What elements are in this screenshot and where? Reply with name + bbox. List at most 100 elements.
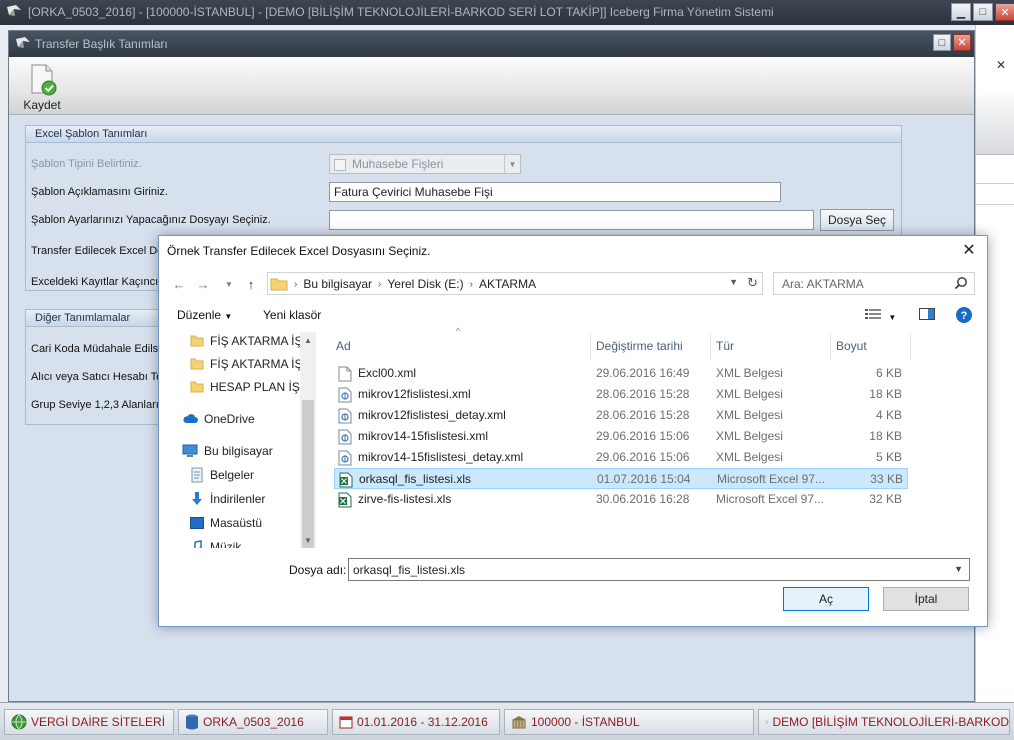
status-item-tax-sites[interactable]: VERGİ DAİRE SİTELERİ bbox=[4, 709, 174, 735]
view-list-icon bbox=[865, 309, 881, 319]
column-separator bbox=[830, 332, 831, 360]
file-row[interactable]: orkasql_fis_listesi.xls 01.07.2016 15:04 M… bbox=[334, 468, 908, 489]
breadcrumb: › Bu bilgisayar › Yerel Disk (E:) › AKTA… bbox=[270, 277, 536, 291]
file-modified: 29.06.2016 15:06 bbox=[596, 450, 690, 464]
tree-item-downloads[interactable]: İndirilenler bbox=[190, 488, 316, 510]
caret-down-icon: ▼ bbox=[888, 313, 897, 322]
desktop-icon bbox=[190, 517, 204, 529]
forward-button[interactable]: → bbox=[193, 274, 213, 294]
preview-pane-icon bbox=[919, 308, 935, 320]
file-row[interactable]: Excl00.xml 29.06.2016 16:49 XML Belgesi 6 K… bbox=[334, 363, 908, 384]
new-folder-button[interactable]: Yeni klasör bbox=[263, 308, 321, 322]
maximize-button[interactable]: □ bbox=[933, 34, 951, 51]
status-item-label: DEMO [BİLİŞİM TEKNOLOJİLERİ-BARKOD bbox=[772, 715, 1010, 729]
calendar-icon bbox=[339, 716, 353, 729]
tree-item[interactable]: FİŞ AKTARMA İŞ bbox=[190, 353, 316, 375]
status-item-database[interactable]: ORKA_0503_2016 bbox=[178, 709, 328, 735]
status-item-company[interactable]: DEMO [BİLİŞİM TEKNOLOJİLERİ-BARKOD bbox=[758, 709, 1010, 735]
status-item-label: 01.01.2016 - 31.12.2016 bbox=[357, 715, 488, 729]
file-size: 6 KB bbox=[875, 366, 902, 380]
file-type: Microsoft Excel 97... bbox=[717, 472, 826, 486]
tree-item-this-pc[interactable]: Bu bilgisayar bbox=[182, 440, 316, 462]
filename-input[interactable]: orkasql_fis_listesi.xls ▼ bbox=[348, 558, 970, 581]
status-item-label: ORKA_0503_2016 bbox=[203, 715, 304, 729]
tree-item-music[interactable]: Müzik bbox=[190, 536, 316, 548]
organize-button[interactable]: Düzenle ▼ bbox=[177, 308, 232, 322]
save-button[interactable]: Kaydet bbox=[15, 61, 69, 112]
view-options-button[interactable]: ▼ bbox=[865, 308, 896, 323]
toolbar: Kaydet bbox=[9, 57, 974, 115]
tree-item-label: Müzik bbox=[210, 540, 242, 548]
file-row[interactable]: zirve-fis-listesi.xls 30.06.2016 16:28 Mic… bbox=[334, 489, 908, 510]
scroll-thumb[interactable] bbox=[302, 400, 314, 548]
file-row[interactable]: mikrov14-15fislistesi.xml 29.06.2016 15:0… bbox=[334, 426, 908, 447]
dialog-close-button[interactable]: ✕ bbox=[959, 240, 979, 260]
breadcrumb-item[interactable]: Yerel Disk (E:) bbox=[387, 277, 463, 291]
file-type: XML Belgesi bbox=[716, 450, 783, 464]
tree-item-documents[interactable]: Belgeler bbox=[190, 464, 316, 486]
open-button[interactable]: Aç bbox=[783, 587, 869, 611]
template-type-select[interactable]: Muhasebe Fişleri ▼ bbox=[329, 154, 521, 174]
tree-item-desktop[interactable]: Masaüstü bbox=[190, 512, 316, 534]
settings-file-label: Şablon Ayarlarınızı Yapacağınız Dosyayı … bbox=[31, 214, 271, 226]
file-modified: 28.06.2016 15:28 bbox=[596, 387, 690, 401]
close-tab-icon[interactable]: ✕ bbox=[996, 58, 1006, 72]
tree-scrollbar[interactable]: ▲ ▼ bbox=[300, 332, 316, 548]
tree-item[interactable]: FİŞ AKTARMA İŞ bbox=[190, 332, 316, 352]
search-box[interactable]: Ara: AKTARMA bbox=[773, 272, 975, 295]
cancel-button[interactable]: İptal bbox=[883, 587, 969, 611]
tree-item[interactable]: HESAP PLAN İŞL bbox=[190, 376, 316, 398]
arrow-up-icon: ↑ bbox=[247, 276, 255, 292]
up-button[interactable]: ↑ bbox=[241, 274, 261, 294]
file-size: 4 KB bbox=[875, 408, 902, 422]
address-bar[interactable]: › Bu bilgisayar › Yerel Disk (E:) › AKTA… bbox=[267, 272, 763, 295]
chevron-down-icon[interactable]: ▼ bbox=[729, 277, 738, 287]
file-row[interactable]: mikrov12fislistesi_detay.xml 28.06.2016 1… bbox=[334, 405, 908, 426]
xml-file-icon bbox=[338, 408, 352, 424]
chevron-down-icon[interactable]: ▼ bbox=[954, 564, 963, 574]
column-separator bbox=[710, 332, 711, 360]
minimize-icon: ▁ bbox=[956, 6, 966, 19]
help-button[interactable]: ? bbox=[955, 306, 973, 327]
column-header-size[interactable]: Boyut bbox=[834, 332, 908, 360]
excel-file-icon bbox=[339, 472, 353, 488]
file-modified: 28.06.2016 15:28 bbox=[596, 408, 690, 422]
close-button[interactable]: ✕ bbox=[953, 34, 971, 51]
group-header: Diğer Tanımlamalar bbox=[26, 310, 174, 327]
template-desc-label: Şablon Açıklamasını Giriniz. bbox=[31, 186, 168, 198]
file-size: 32 KB bbox=[869, 492, 902, 506]
column-header-name[interactable]: Ad bbox=[334, 332, 590, 360]
recent-locations-button[interactable]: ▼ bbox=[219, 274, 239, 294]
back-button[interactable]: ← bbox=[169, 274, 189, 294]
record-row-label: Exceldeki Kayıtlar Kaçıncı Si bbox=[31, 276, 172, 288]
command-bar: Düzenle ▼ Yeni klasör ▼ ? bbox=[159, 302, 987, 328]
arrow-right-icon: → bbox=[196, 276, 210, 292]
minimize-button[interactable]: ▁ bbox=[951, 3, 971, 21]
scroll-down-icon[interactable]: ▼ bbox=[300, 532, 316, 548]
refresh-icon[interactable]: ↻ bbox=[747, 275, 758, 291]
file-row[interactable]: mikrov12fislistesi.xml 28.06.2016 15:28 XM… bbox=[334, 384, 908, 405]
file-row[interactable]: mikrov14-15fislistesi_detay.xml 29.06.201… bbox=[334, 447, 908, 468]
preview-pane-button[interactable] bbox=[919, 308, 935, 323]
tree-item-label: HESAP PLAN İŞL bbox=[210, 380, 307, 394]
maximize-button[interactable]: □ bbox=[973, 3, 993, 21]
app-logo-icon bbox=[16, 37, 30, 48]
file-modified: 29.06.2016 16:49 bbox=[596, 366, 690, 380]
choose-file-button[interactable]: Dosya Seç bbox=[820, 209, 894, 231]
settings-file-input[interactable] bbox=[329, 210, 814, 230]
file-modified: 30.06.2016 16:28 bbox=[596, 492, 690, 506]
file-name: zirve-fis-listesi.xls bbox=[358, 492, 452, 506]
buyer-seller-label: Alıcı veya Satıcı Hesabı Tek bbox=[31, 371, 168, 383]
column-header-modified[interactable]: Değiştirme tarihi bbox=[594, 332, 710, 360]
column-header-type[interactable]: Tür bbox=[714, 332, 830, 360]
scroll-up-icon[interactable]: ▲ bbox=[300, 332, 316, 348]
column-header-modified-label: Değiştirme tarihi bbox=[596, 339, 683, 353]
breadcrumb-item[interactable]: AKTARMA bbox=[479, 277, 536, 291]
tree-item-onedrive[interactable]: OneDrive bbox=[182, 408, 316, 430]
close-button[interactable]: ✕ bbox=[995, 3, 1014, 21]
save-document-icon bbox=[31, 64, 57, 96]
breadcrumb-item[interactable]: Bu bilgisayar bbox=[303, 277, 372, 291]
status-item-branch[interactable]: 100000 - İSTANBUL bbox=[504, 709, 754, 735]
template-desc-input[interactable]: Fatura Çevirici Muhasebe Fişi bbox=[329, 182, 781, 202]
status-item-period[interactable]: 01.01.2016 - 31.12.2016 bbox=[332, 709, 500, 735]
